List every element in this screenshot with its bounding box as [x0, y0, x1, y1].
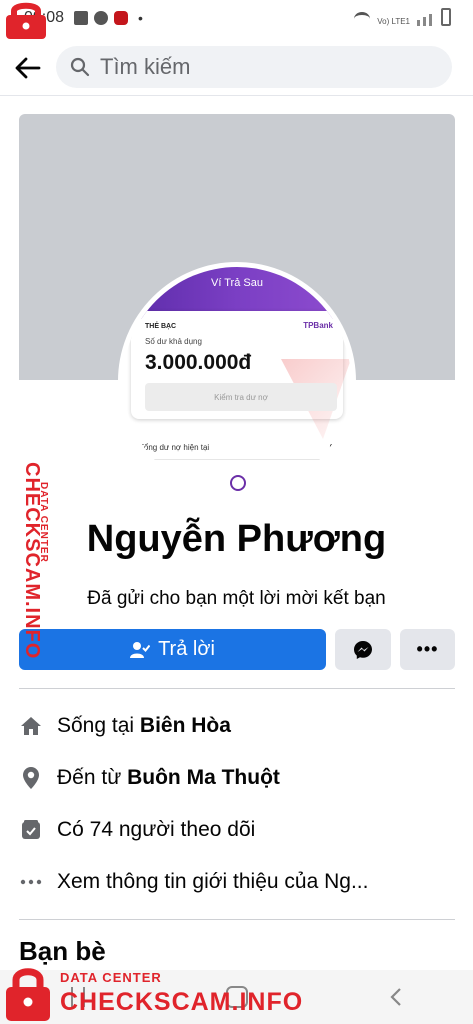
person-check-icon [130, 641, 151, 658]
nav-back-icon[interactable] [389, 987, 403, 1007]
watermark-lock-icon [6, 2, 46, 39]
info-lives-in: Sống tại Biên Hòa [19, 710, 459, 742]
wifi-icon [354, 12, 371, 26]
watermark-datacenter-vertical: DATA CENTER [38, 482, 49, 563]
messenger-icon [354, 640, 372, 659]
debt-value: 0đ [329, 443, 339, 452]
from-place[interactable]: Buôn Ma Thuột [127, 766, 280, 790]
signal-bar-icon [417, 20, 420, 26]
followers-icon [19, 818, 43, 842]
messenger-notification-icon [94, 11, 109, 25]
bank-name: TPBank [303, 321, 333, 330]
back-button[interactable] [0, 40, 56, 96]
gallery-notification-icon [74, 11, 89, 25]
app-notification-icon [114, 11, 129, 25]
reply-button[interactable]: Trả lời [19, 629, 326, 670]
reply-label: Trả lời [158, 638, 215, 660]
top-bar: Tìm kiếm [0, 40, 473, 96]
profile-name: Nguyễn Phương [86, 518, 387, 560]
network-label: Vo) LTE1 [377, 17, 410, 26]
info-followers[interactable]: Có 74 người theo dõi [19, 814, 459, 846]
info-see-about[interactable]: Xem thông tin giới thiệu của Ng... [19, 866, 459, 898]
search-input[interactable]: Tìm kiếm [56, 46, 452, 88]
more-dots-icon: ••• [416, 639, 439, 659]
watermark-datacenter: DATA CENTER [60, 970, 162, 985]
more-notifications-dot-icon: • [138, 10, 143, 26]
from-prefix: Đến từ [57, 766, 122, 789]
messenger-button[interactable] [335, 629, 391, 670]
status-indicators: Vo) LTE1 [354, 8, 451, 26]
check-debt-button: Kiểm tra dư nợ [145, 383, 337, 411]
back-arrow-icon [15, 57, 41, 78]
info-from: Đến từ Buôn Ma Thuột [19, 762, 459, 794]
timer-icon [230, 475, 246, 491]
battery-icon [441, 8, 451, 26]
lives-in-prefix: Sống tại [57, 714, 135, 737]
section-divider [19, 688, 455, 689]
debt-divider [139, 459, 339, 460]
profile-picture[interactable]: Ví Trả Sau THẺ BẠC TPBank Số dư khả dụng… [118, 262, 356, 500]
card-name: THẺ BẠC [145, 323, 177, 330]
friend-request-status: Đã gửi cho bạn một lời mời kết bạn [87, 588, 386, 609]
watermark-site: CHECKSCAM.INFO [60, 988, 304, 1016]
status-bar: 09:08 • Vo) LTE1 [0, 0, 473, 36]
location-pin-icon [19, 766, 43, 790]
section-divider [19, 919, 455, 920]
balance-amount: 3.000.000đ [145, 351, 252, 374]
balance-label: Số dư khả dụng [145, 337, 202, 346]
followers-text: Có 74 người theo dõi [57, 818, 256, 841]
wallet-card: THẺ BẠC TPBank Số dư khả dụng 3.000.000đ… [131, 311, 351, 439]
lives-in-place[interactable]: Biên Hòa [140, 714, 231, 738]
see-about-text: Xem thông tin giới thiệu của Ng... [57, 870, 369, 893]
signal-bar-icon [423, 17, 426, 26]
signal-bar-icon [429, 14, 432, 26]
more-horizontal-icon [19, 870, 43, 894]
search-icon [70, 57, 90, 77]
friends-section-title: Bạn bè [19, 936, 106, 966]
more-options-button[interactable]: ••• [400, 629, 455, 670]
watermark-lock-icon [6, 968, 50, 1021]
search-placeholder: Tìm kiếm [100, 54, 191, 79]
debt-label: Tổng dư nợ hiện tại [139, 443, 210, 452]
home-icon [19, 714, 43, 738]
debt-row: Tổng dư nợ hiện tại 0đ [139, 443, 339, 452]
